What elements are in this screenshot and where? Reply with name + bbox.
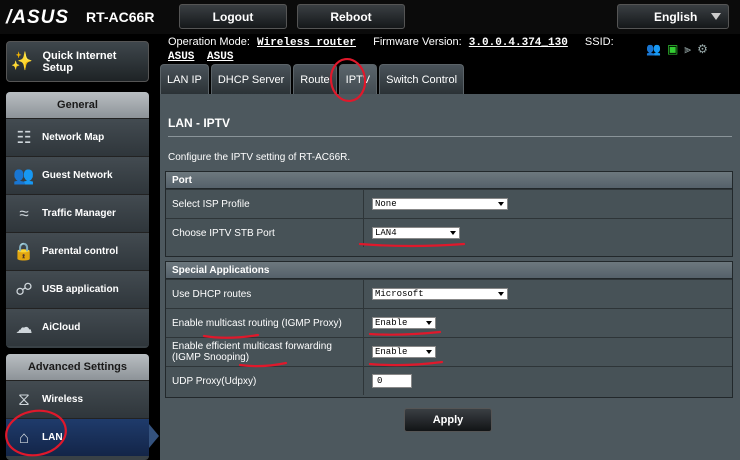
ssid-link-2[interactable]: ASUS [207, 51, 233, 63]
general-heading: General [6, 92, 149, 118]
dhcp-routes-select[interactable]: Microsoft [372, 288, 508, 300]
chevron-down-icon [423, 318, 435, 328]
isp-profile-select[interactable]: None [372, 198, 508, 210]
active-menu-indicator [149, 424, 159, 448]
multicast-routing-select[interactable]: Enable [372, 317, 436, 329]
stb-port-select[interactable]: LAN4 [372, 227, 460, 239]
usb-icon[interactable]: ⫸ [684, 42, 691, 57]
parental-control-icon: 🔒 [13, 241, 35, 261]
general-menu: General ☷ Network Map 👥 Guest Network ≈ … [6, 92, 149, 348]
firmware-label: Firmware Version: [373, 36, 462, 48]
page-description: Configure the IPTV setting of RT-AC66R. [168, 152, 351, 163]
sidebar-item-label: Guest Network [42, 170, 113, 181]
reboot-button[interactable]: Reboot [297, 4, 405, 29]
udp-proxy-row: UDP Proxy(Udpxy) [166, 366, 732, 395]
wireless-icon: ⧖ [18, 389, 30, 409]
tab-bar: LAN IP DHCP Server Route IPTV Switch Con… [160, 64, 465, 94]
firmware-link[interactable]: 3.0.0.4.374_130 [469, 37, 568, 49]
udp-proxy-label: UDP Proxy(Udpxy) [166, 367, 364, 395]
special-applications-group: Special Applications Use DHCP routes Mic… [165, 261, 733, 398]
sidebar-item-label: LAN [42, 432, 63, 443]
dhcp-routes-label: Use DHCP routes [166, 280, 364, 308]
main-panel: LAN - IPTV Configure the IPTV setting of… [160, 94, 740, 460]
tab-dhcp-server[interactable]: DHCP Server [210, 64, 292, 94]
special-applications-heading: Special Applications [166, 262, 732, 279]
multicast-routing-row: Enable multicast routing (IGMP Proxy) En… [166, 308, 732, 337]
multicast-forwarding-value: Enable [375, 347, 408, 357]
sidebar-item-label: Parental control [42, 246, 119, 257]
top-bar: /ASUS RT-AC66R Logout Reboot English [0, 0, 740, 34]
dhcp-routes-value: Microsoft [375, 289, 424, 299]
chevron-down-icon [447, 228, 459, 238]
sidebar-item-label: AiCloud [42, 322, 81, 333]
usb-application-icon: ☍ [15, 279, 33, 299]
network-status-icon[interactable]: ▣ [667, 42, 678, 57]
apply-button[interactable]: Apply [404, 408, 492, 432]
magic-wand-icon: ✨ [10, 51, 33, 71]
isp-profile-label: Select ISP Profile [166, 190, 364, 218]
chevron-down-icon [711, 13, 721, 20]
isp-profile-row: Select ISP Profile None [166, 189, 732, 218]
guest-network-icon: 👥 [13, 165, 35, 185]
sidebar-item-label: Network Map [42, 132, 105, 143]
router-model: RT-AC66R [86, 9, 155, 25]
tab-switch-control[interactable]: Switch Control [379, 64, 465, 94]
sidebar-item-label: Traffic Manager [42, 208, 116, 219]
page-title: LAN - IPTV [168, 116, 230, 130]
sidebar-item-lan[interactable]: ⌂ LAN [6, 418, 149, 456]
multicast-routing-label: Enable multicast routing (IGMP Proxy) [166, 309, 364, 337]
chevron-down-icon [495, 289, 507, 299]
port-group: Port Select ISP Profile None Choose IPTV… [165, 171, 733, 257]
chevron-down-icon [495, 199, 507, 209]
status-icons: 👥 ▣ ⫸ ⚙ [646, 42, 708, 57]
settings-icon[interactable]: ⚙ [697, 42, 708, 57]
chevron-down-icon [423, 347, 435, 357]
ssid-list: ASUS ASUS [168, 51, 239, 63]
sidebar-item-usb-application[interactable]: ☍ USB application [6, 270, 149, 308]
aicloud-icon: ☁ [15, 317, 33, 337]
sidebar-item-network-map[interactable]: ☷ Network Map [6, 118, 149, 156]
advanced-settings-heading: Advanced Settings [6, 354, 149, 380]
quick-internet-setup-label: Quick Internet Setup [42, 49, 117, 74]
multicast-forwarding-row: Enable efficient multicast forwarding (I… [166, 337, 732, 366]
language-value: English [654, 9, 698, 24]
traffic-manager-icon: ≈ [19, 203, 29, 223]
operation-mode-link[interactable]: Wireless router [257, 37, 356, 49]
tab-route[interactable]: Route [293, 64, 337, 94]
tab-lan-ip[interactable]: LAN IP [160, 64, 209, 94]
logout-button[interactable]: Logout [179, 4, 287, 29]
port-heading: Port [166, 172, 732, 189]
language-select[interactable]: English [617, 4, 729, 29]
status-line: Operation Mode: Wireless router Firmware… [168, 36, 618, 49]
title-divider [168, 136, 732, 137]
ssid-link-1[interactable]: ASUS [168, 51, 194, 63]
operation-mode-label: Operation Mode: [168, 36, 250, 48]
home-icon: ⌂ [18, 427, 30, 447]
asus-logo: /ASUS [6, 7, 70, 28]
stb-port-label: Choose IPTV STB Port [166, 219, 364, 247]
users-icon[interactable]: 👥 [646, 42, 661, 57]
tab-iptv[interactable]: IPTV [338, 64, 378, 94]
dhcp-routes-row: Use DHCP routes Microsoft [166, 279, 732, 308]
sidebar-item-label: Wireless [42, 394, 84, 405]
sidebar-item-aicloud[interactable]: ☁ AiCloud [6, 308, 149, 346]
isp-profile-value: None [375, 199, 397, 209]
quick-internet-setup-button[interactable]: ✨ Quick Internet Setup [6, 41, 149, 82]
sidebar-item-guest-network[interactable]: 👥 Guest Network [6, 156, 149, 194]
sidebar-item-wireless[interactable]: ⧖ Wireless [6, 380, 149, 418]
stb-port-value: LAN4 [375, 228, 397, 238]
sidebar-item-traffic-manager[interactable]: ≈ Traffic Manager [6, 194, 149, 232]
ssid-label: SSID: [584, 36, 614, 48]
udp-proxy-input[interactable] [372, 374, 412, 388]
advanced-settings-menu: Advanced Settings ⧖ Wireless ⌂ LAN [6, 354, 149, 460]
sidebar-item-parental-control[interactable]: 🔒 Parental control [6, 232, 149, 270]
multicast-forwarding-select[interactable]: Enable [372, 346, 436, 358]
network-map-icon: ☷ [16, 127, 32, 147]
stb-port-row: Choose IPTV STB Port LAN4 [166, 218, 732, 247]
sidebar-item-label: USB application [42, 284, 119, 295]
multicast-routing-value: Enable [375, 318, 408, 328]
multicast-forwarding-label: Enable efficient multicast forwarding (I… [166, 338, 364, 366]
